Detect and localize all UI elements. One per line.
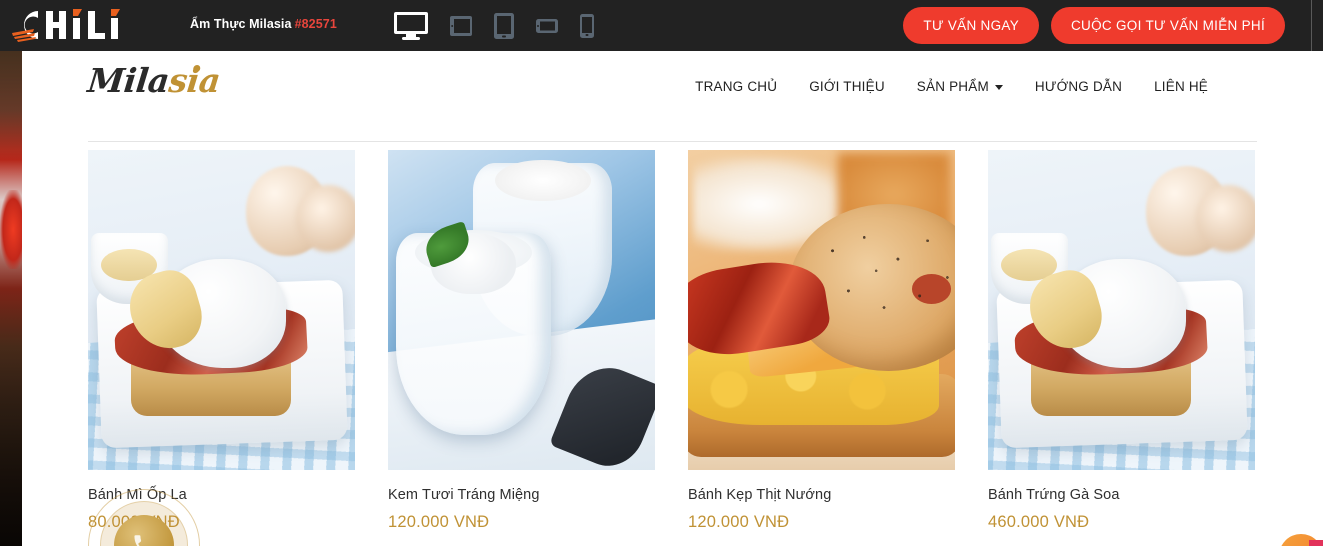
- site-name: Ẩm Thực Milasia #82571: [190, 17, 337, 31]
- product-title[interactable]: Kem Tươi Tráng Miệng: [388, 487, 655, 503]
- page-background-strip: [0, 51, 22, 546]
- site-logo[interactable]: Milasia: [86, 61, 222, 100]
- product-card: Kem Tươi Tráng Miệng 120.000 VNĐ: [388, 150, 655, 532]
- topbar-actions: TƯ VẤN NGAY CUỘC GỌI TƯ VẤN MIỄN PHÍ: [903, 0, 1285, 51]
- topbar-divider: [1311, 0, 1312, 51]
- product-title[interactable]: Bánh Trứng Gà Soa: [988, 487, 1255, 503]
- mobile-landscape-icon[interactable]: [535, 18, 559, 34]
- product-image[interactable]: [988, 150, 1255, 470]
- corner-chat-widget[interactable]: [1271, 520, 1323, 546]
- free-consult-call-button[interactable]: CUỘC GỌI TƯ VẤN MIỄN PHÍ: [1051, 7, 1285, 44]
- nav-label: GIỚI THIỆU: [809, 79, 885, 94]
- tablet-landscape-icon[interactable]: [449, 15, 473, 37]
- product-grid: Bánh Mì Ốp La 80.000 VNĐ Kem Tươi Tráng …: [88, 150, 1278, 532]
- product-card: Bánh Mì Ốp La 80.000 VNĐ: [88, 150, 355, 532]
- site-name-label: Ẩm Thực Milasia: [190, 17, 292, 31]
- product-image[interactable]: [688, 150, 955, 470]
- nav-label: SẢN PHẨM: [916, 79, 989, 94]
- site-header: Milasia TRANG CHỦ GIỚI THIỆU SẢN PHẨM HƯ…: [22, 51, 1323, 122]
- section-divider: [88, 141, 1257, 142]
- nav-item-san-pham[interactable]: SẢN PHẨM: [901, 79, 1019, 94]
- device-preview-switcher: [393, 0, 595, 51]
- page-content: Bánh Mì Ốp La 80.000 VNĐ Kem Tươi Tráng …: [22, 122, 1323, 546]
- nav-item-trang-chu[interactable]: TRANG CHỦ: [679, 79, 793, 94]
- nav-item-lien-he[interactable]: LIÊN HỆ: [1138, 79, 1224, 94]
- nav-label: LIÊN HỆ: [1154, 79, 1208, 94]
- site-id: #82571: [294, 17, 337, 31]
- product-title[interactable]: Bánh Mì Ốp La: [88, 487, 355, 503]
- main-navigation: TRANG CHỦ GIỚI THIỆU SẢN PHẨM HƯỚNG DẪN …: [679, 51, 1224, 122]
- product-price: 120.000 VNĐ: [388, 513, 490, 531]
- desktop-icon[interactable]: [393, 11, 429, 41]
- consult-now-button[interactable]: TƯ VẤN NGAY: [903, 7, 1039, 44]
- product-card: Bánh Trứng Gà Soa 460.000 VNĐ: [988, 150, 1255, 532]
- product-image[interactable]: [388, 150, 655, 470]
- nav-item-huong-dan[interactable]: HƯỚNG DẪN: [1019, 79, 1138, 94]
- chili-logo[interactable]: [8, 5, 148, 45]
- product-image[interactable]: [88, 150, 355, 470]
- phone-icon: [131, 532, 157, 546]
- product-title[interactable]: Bánh Kẹp Thịt Nướng: [688, 487, 955, 503]
- nav-item-gioi-thieu[interactable]: GIỚI THIỆU: [793, 79, 901, 94]
- builder-topbar: Ẩm Thực Milasia #82571 TƯ VẤN NGAY CUỘC G…: [0, 0, 1323, 51]
- chevron-down-icon: [994, 85, 1003, 90]
- mobile-portrait-icon[interactable]: [579, 13, 595, 39]
- chat-badge: [1309, 540, 1323, 546]
- product-price: 460.000 VNĐ: [988, 513, 1090, 531]
- tablet-portrait-icon[interactable]: [493, 12, 515, 40]
- nav-label: TRANG CHỦ: [695, 79, 778, 94]
- site-logo-part1: Mila: [85, 61, 172, 100]
- product-card: Bánh Kẹp Thịt Nướng 120.000 VNĐ: [688, 150, 955, 532]
- nav-label: HƯỚNG DẪN: [1034, 79, 1123, 94]
- product-price: 120.000 VNĐ: [688, 513, 790, 531]
